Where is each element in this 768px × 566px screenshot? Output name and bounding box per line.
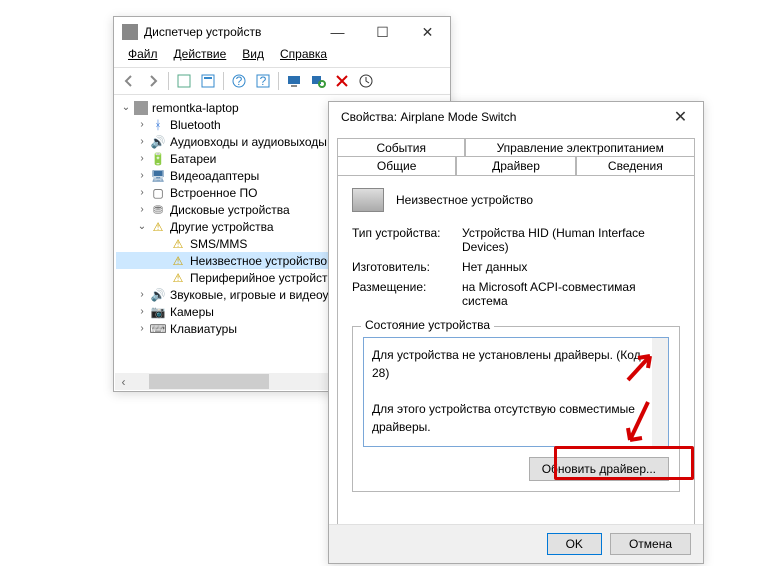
prop-title: Свойства: Airplane Mode Switch — [337, 110, 658, 124]
audio-icon: 🔊 — [150, 134, 166, 150]
menu-file[interactable]: Файл — [122, 47, 164, 67]
tab-pane-general: Неизвестное устройство Тип устройства:Ус… — [337, 175, 695, 535]
expand-icon[interactable] — [136, 187, 148, 198]
monitor-button[interactable] — [283, 70, 305, 92]
expand-icon[interactable] — [136, 221, 148, 232]
menu-action[interactable]: Действие — [168, 47, 233, 67]
unknown-device-icon: ⚠ — [170, 236, 186, 252]
device-status-text[interactable]: Для устройства не установлены драйверы. … — [363, 337, 669, 447]
dm-menubar: Файл Действие Вид Справка — [114, 47, 450, 67]
unknown-icon: ⚠ — [150, 219, 166, 235]
node-label: Встроенное ПО — [170, 186, 257, 200]
expand-icon[interactable] — [136, 136, 148, 147]
cancel-button[interactable]: Отмена — [610, 533, 691, 555]
keyboard-icon: ⌨ — [150, 321, 166, 337]
tab-power[interactable]: Управление электропитанием — [465, 138, 695, 157]
node-label: Звуковые, игровые и видеоуст — [170, 288, 340, 302]
device-status-legend: Состояние устройства — [361, 318, 494, 332]
node-label: Bluetooth — [170, 118, 221, 132]
svg-text:?: ? — [260, 74, 267, 88]
node-label: Видеоадаптеры — [170, 169, 259, 183]
ok-button[interactable]: OK — [547, 533, 602, 555]
node-label: Другие устройства — [170, 220, 274, 234]
label-manufacturer: Изготовитель: — [352, 260, 462, 274]
node-label: Клавиатуры — [170, 322, 237, 336]
forward-button[interactable] — [142, 70, 164, 92]
computer-icon — [134, 101, 148, 115]
toolbar-separator — [278, 72, 279, 90]
expand-icon[interactable] — [136, 170, 148, 181]
expand-icon[interactable] — [136, 306, 148, 317]
back-button[interactable] — [118, 70, 140, 92]
node-label: SMS/MMS — [190, 237, 247, 251]
value-location: на Microsoft ACPI-совместимая система — [462, 280, 680, 308]
value-device-type: Устройства HID (Human Interface Devices) — [462, 226, 680, 254]
prop-close-button[interactable]: ✕ — [658, 107, 703, 127]
show-hidden-button[interactable] — [173, 70, 195, 92]
label-device-type: Тип устройства: — [352, 226, 462, 254]
status-line-1: Для устройства не установлены драйверы. … — [372, 346, 660, 382]
bluetooth-icon: ᚼ — [150, 117, 166, 133]
help2-button[interactable]: ? — [252, 70, 274, 92]
expand-icon[interactable] — [136, 119, 148, 130]
node-label: Аудиовходы и аудиовыходы — [170, 135, 327, 149]
close-button[interactable]: ✕ — [405, 17, 450, 47]
node-label: Батареи — [170, 152, 216, 166]
dm-titlebar[interactable]: Диспетчер устройств — ☐ ✕ — [114, 17, 450, 47]
expand-icon[interactable] — [136, 204, 148, 215]
expand-icon[interactable] — [120, 102, 132, 113]
tree-root-label: remontka-laptop — [152, 101, 239, 115]
maximize-button[interactable]: ☐ — [360, 17, 405, 47]
toolbar-separator — [223, 72, 224, 90]
status-line-2: Для этого устройства отсутствую совмести… — [372, 400, 660, 436]
scroll-left-button[interactable]: ‹ — [115, 373, 132, 390]
tab-control: События Управление электропитанием Общие… — [337, 138, 695, 535]
device-large-icon — [352, 188, 384, 212]
tab-general[interactable]: Общие — [337, 156, 456, 175]
prop-titlebar[interactable]: Свойства: Airplane Mode Switch ✕ — [329, 102, 703, 132]
unknown-device-icon: ⚠ — [170, 270, 186, 286]
status-scrollbar[interactable] — [652, 338, 668, 446]
value-manufacturer: Нет данных — [462, 260, 680, 274]
display-icon: 🖥 — [150, 168, 166, 184]
device-name: Неизвестное устройство — [396, 193, 533, 207]
uninstall-button[interactable] — [331, 70, 353, 92]
menu-view[interactable]: Вид — [236, 47, 270, 67]
tab-details[interactable]: Сведения — [576, 156, 695, 175]
node-label: Неизвестное устройство — [190, 254, 327, 268]
expand-icon[interactable] — [136, 153, 148, 164]
node-label: Периферийное устройство — [190, 271, 340, 285]
update-button[interactable] — [355, 70, 377, 92]
minimize-button[interactable]: — — [315, 17, 360, 47]
disk-icon: ⛃ — [150, 202, 166, 218]
svg-text:?: ? — [236, 74, 243, 88]
properties-dialog: Свойства: Airplane Mode Switch ✕ События… — [328, 101, 704, 564]
dm-app-icon — [122, 24, 138, 40]
label-location: Размещение: — [352, 280, 462, 308]
dialog-button-row: OK Отмена — [329, 524, 703, 563]
properties-button[interactable] — [197, 70, 219, 92]
toolbar-separator — [168, 72, 169, 90]
scan-button[interactable] — [307, 70, 329, 92]
dm-toolbar: ? ? — [114, 67, 450, 95]
scroll-thumb[interactable] — [149, 374, 269, 389]
camera-icon: 📷 — [150, 304, 166, 320]
device-status-group: Состояние устройства Для устройства не у… — [352, 326, 680, 492]
expand-icon[interactable] — [136, 289, 148, 300]
help-button[interactable]: ? — [228, 70, 250, 92]
expand-icon[interactable] — [136, 323, 148, 334]
node-label: Камеры — [170, 305, 214, 319]
tab-events[interactable]: События — [337, 138, 465, 157]
node-label: Дисковые устройства — [170, 203, 290, 217]
menu-help[interactable]: Справка — [274, 47, 333, 67]
sound-icon: 🔊 — [150, 287, 166, 303]
update-driver-button[interactable]: Обновить драйвер... — [529, 457, 669, 481]
firmware-icon: ▢ — [150, 185, 166, 201]
dm-title: Диспетчер устройств — [144, 25, 315, 39]
battery-icon: 🔋 — [150, 151, 166, 167]
tab-driver[interactable]: Драйвер — [456, 156, 575, 175]
unknown-device-icon: ⚠ — [170, 253, 186, 269]
